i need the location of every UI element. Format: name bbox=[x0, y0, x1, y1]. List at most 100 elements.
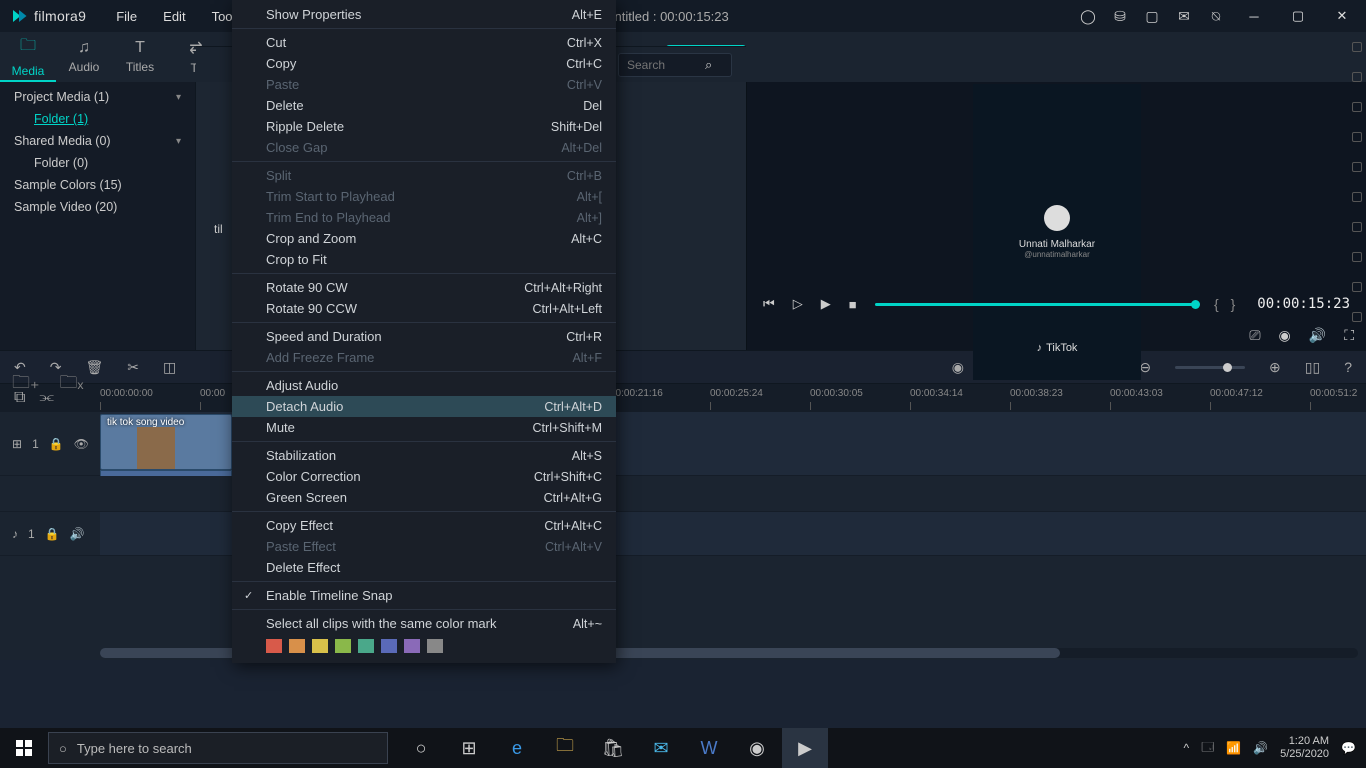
taskbar-search[interactable]: ○ Type here to search bbox=[48, 732, 388, 764]
color-swatch[interactable] bbox=[358, 639, 374, 653]
maximize-button[interactable]: ▢ bbox=[1284, 2, 1312, 30]
context-select-all-clips-with-the-same-color-mark[interactable]: Select all clips with the same color mar… bbox=[232, 613, 616, 634]
start-button[interactable] bbox=[0, 728, 48, 768]
color-swatch[interactable] bbox=[381, 639, 397, 653]
mic-icon[interactable]: ⍉ bbox=[1208, 8, 1224, 24]
visibility-icon[interactable]: 👁 bbox=[74, 437, 89, 451]
sidebar-sample-colors[interactable]: Sample Colors (15) bbox=[0, 174, 195, 196]
help-icon[interactable]: ? bbox=[1344, 359, 1352, 375]
edge-icon[interactable]: e bbox=[494, 728, 540, 768]
context-copy[interactable]: CopyCtrl+C bbox=[232, 53, 616, 74]
crop-button[interactable]: ◫ bbox=[163, 359, 176, 376]
context-stabilization[interactable]: StabilizationAlt+S bbox=[232, 445, 616, 466]
tab-audio[interactable]: ♫Audio bbox=[56, 32, 112, 82]
marker-dot[interactable] bbox=[1352, 222, 1362, 232]
cortana-icon[interactable]: ○ bbox=[398, 728, 444, 768]
tab-media[interactable]: 🗀Media bbox=[0, 32, 56, 82]
sidebar-project-media[interactable]: Project Media (1)▾ bbox=[0, 86, 195, 108]
sidebar-sample-video[interactable]: Sample Video (20) bbox=[0, 196, 195, 218]
notifications-icon[interactable]: 💬 bbox=[1341, 741, 1356, 755]
marker-dot[interactable] bbox=[1352, 72, 1362, 82]
context-green-screen[interactable]: Green ScreenCtrl+Alt+G bbox=[232, 487, 616, 508]
marker-dot[interactable] bbox=[1352, 282, 1362, 292]
delete-button[interactable]: 🗑 bbox=[85, 359, 103, 376]
message-icon[interactable]: ✉ bbox=[1176, 8, 1192, 24]
context-speed-and-duration[interactable]: Speed and DurationCtrl+R bbox=[232, 326, 616, 347]
color-swatch[interactable] bbox=[289, 639, 305, 653]
save-icon[interactable]: ▢ bbox=[1144, 8, 1160, 24]
tray-volume-icon[interactable]: 🔊 bbox=[1253, 741, 1268, 755]
context-rotate-90-ccw[interactable]: Rotate 90 CCWCtrl+Alt+Left bbox=[232, 298, 616, 319]
snapshot-icon[interactable]: ◉ bbox=[1279, 327, 1291, 344]
context-crop-to-fit[interactable]: Crop to Fit bbox=[232, 249, 616, 270]
view-toggle-icon[interactable]: ▯▯ bbox=[1305, 359, 1320, 376]
search-input[interactable] bbox=[627, 58, 705, 72]
store-icon[interactable]: 🛍 bbox=[590, 728, 636, 768]
scrub-bar[interactable] bbox=[875, 303, 1196, 306]
marker-dot[interactable] bbox=[1352, 132, 1362, 142]
wifi-icon[interactable]: 📶 bbox=[1226, 741, 1241, 755]
volume-icon[interactable]: 🔊 bbox=[1309, 327, 1326, 344]
split-button[interactable]: ✂ bbox=[127, 359, 139, 376]
lock-icon[interactable]: 🔒 bbox=[49, 437, 64, 451]
mute-icon[interactable]: 🔊 bbox=[70, 527, 85, 541]
play-button[interactable]: ▷ bbox=[793, 296, 803, 312]
menu-edit[interactable]: Edit bbox=[151, 3, 197, 30]
marker-dot[interactable] bbox=[1352, 312, 1362, 322]
zoom-fit-icon[interactable]: ⊕ bbox=[1269, 359, 1281, 376]
battery-icon[interactable]: 🗔 bbox=[1201, 738, 1214, 759]
fullscreen-icon[interactable]: ⛶ bbox=[1344, 327, 1354, 344]
minimize-button[interactable]: ─ bbox=[1240, 2, 1268, 30]
context-crop-and-zoom[interactable]: Crop and ZoomAlt+C bbox=[232, 228, 616, 249]
context-color-correction[interactable]: Color CorrectionCtrl+Shift+C bbox=[232, 466, 616, 487]
context-rotate-90-cw[interactable]: Rotate 90 CWCtrl+Alt+Right bbox=[232, 277, 616, 298]
color-swatch[interactable] bbox=[312, 639, 328, 653]
zoom-out-icon[interactable]: ⊖ bbox=[1139, 359, 1151, 376]
marker-dot[interactable] bbox=[1352, 102, 1362, 112]
color-swatch[interactable] bbox=[266, 639, 282, 653]
close-button[interactable]: ✕ bbox=[1328, 2, 1356, 30]
chrome-icon[interactable]: ◉ bbox=[734, 728, 780, 768]
marker-dot[interactable] bbox=[1352, 192, 1362, 202]
tray-chevron-icon[interactable]: ^ bbox=[1184, 741, 1190, 755]
zoom-slider[interactable] bbox=[1175, 366, 1245, 369]
context-adjust-audio[interactable]: Adjust Audio bbox=[232, 375, 616, 396]
clock[interactable]: 1:20 AM 5/25/2020 bbox=[1280, 735, 1329, 761]
marker-dot[interactable] bbox=[1352, 42, 1362, 52]
sidebar-folder-0[interactable]: Folder (0) bbox=[0, 152, 195, 174]
context-mute[interactable]: MuteCtrl+Shift+M bbox=[232, 417, 616, 438]
word-icon[interactable]: W bbox=[686, 728, 732, 768]
explorer-icon[interactable]: 🗀 bbox=[542, 728, 588, 768]
scrub-knob[interactable] bbox=[1191, 300, 1200, 309]
context-delete[interactable]: DeleteDel bbox=[232, 95, 616, 116]
marker-dot[interactable] bbox=[1352, 252, 1362, 262]
sidebar-shared-media[interactable]: Shared Media (0)▾ bbox=[0, 130, 195, 152]
context-ripple-delete[interactable]: Ripple DeleteShift+Del bbox=[232, 116, 616, 137]
stop-button[interactable]: ■ bbox=[849, 297, 857, 312]
context-detach-audio[interactable]: Detach AudioCtrl+Alt+D bbox=[232, 396, 616, 417]
marker-dot[interactable] bbox=[1352, 162, 1362, 172]
color-swatch[interactable] bbox=[335, 639, 351, 653]
video-clip[interactable]: tik tok song video bbox=[100, 414, 232, 470]
taskview-icon[interactable]: ⊞ bbox=[446, 728, 492, 768]
color-swatch[interactable] bbox=[427, 639, 443, 653]
menu-file[interactable]: File bbox=[104, 3, 149, 30]
filmora-taskbar-icon[interactable]: ▶ bbox=[782, 728, 828, 768]
context-show-properties[interactable]: Show PropertiesAlt+E bbox=[232, 4, 616, 25]
lock-icon[interactable]: 🔒 bbox=[45, 527, 60, 541]
quality-icon[interactable]: ⎚ bbox=[1249, 327, 1260, 344]
zoom-knob[interactable] bbox=[1223, 363, 1232, 372]
delete-folder-icon[interactable]: 🗀ₓ bbox=[60, 370, 84, 400]
tab-titles[interactable]: TTitles bbox=[112, 32, 168, 82]
render-icon[interactable]: ◉ bbox=[952, 359, 964, 376]
mail-icon[interactable]: ✉ bbox=[638, 728, 684, 768]
in-out-brackets[interactable]: { } bbox=[1214, 296, 1239, 312]
account-icon[interactable]: ◯ bbox=[1080, 8, 1096, 24]
play-all-button[interactable]: ▶ bbox=[821, 296, 831, 312]
sidebar-folder-1[interactable]: Folder (1) bbox=[0, 108, 195, 130]
context-cut[interactable]: CutCtrl+X bbox=[232, 32, 616, 53]
prev-frame-button[interactable]: ⏮ bbox=[763, 296, 775, 312]
context-copy-effect[interactable]: Copy EffectCtrl+Alt+C bbox=[232, 515, 616, 536]
cart-icon[interactable]: ⛁ bbox=[1112, 8, 1128, 24]
color-swatch[interactable] bbox=[404, 639, 420, 653]
